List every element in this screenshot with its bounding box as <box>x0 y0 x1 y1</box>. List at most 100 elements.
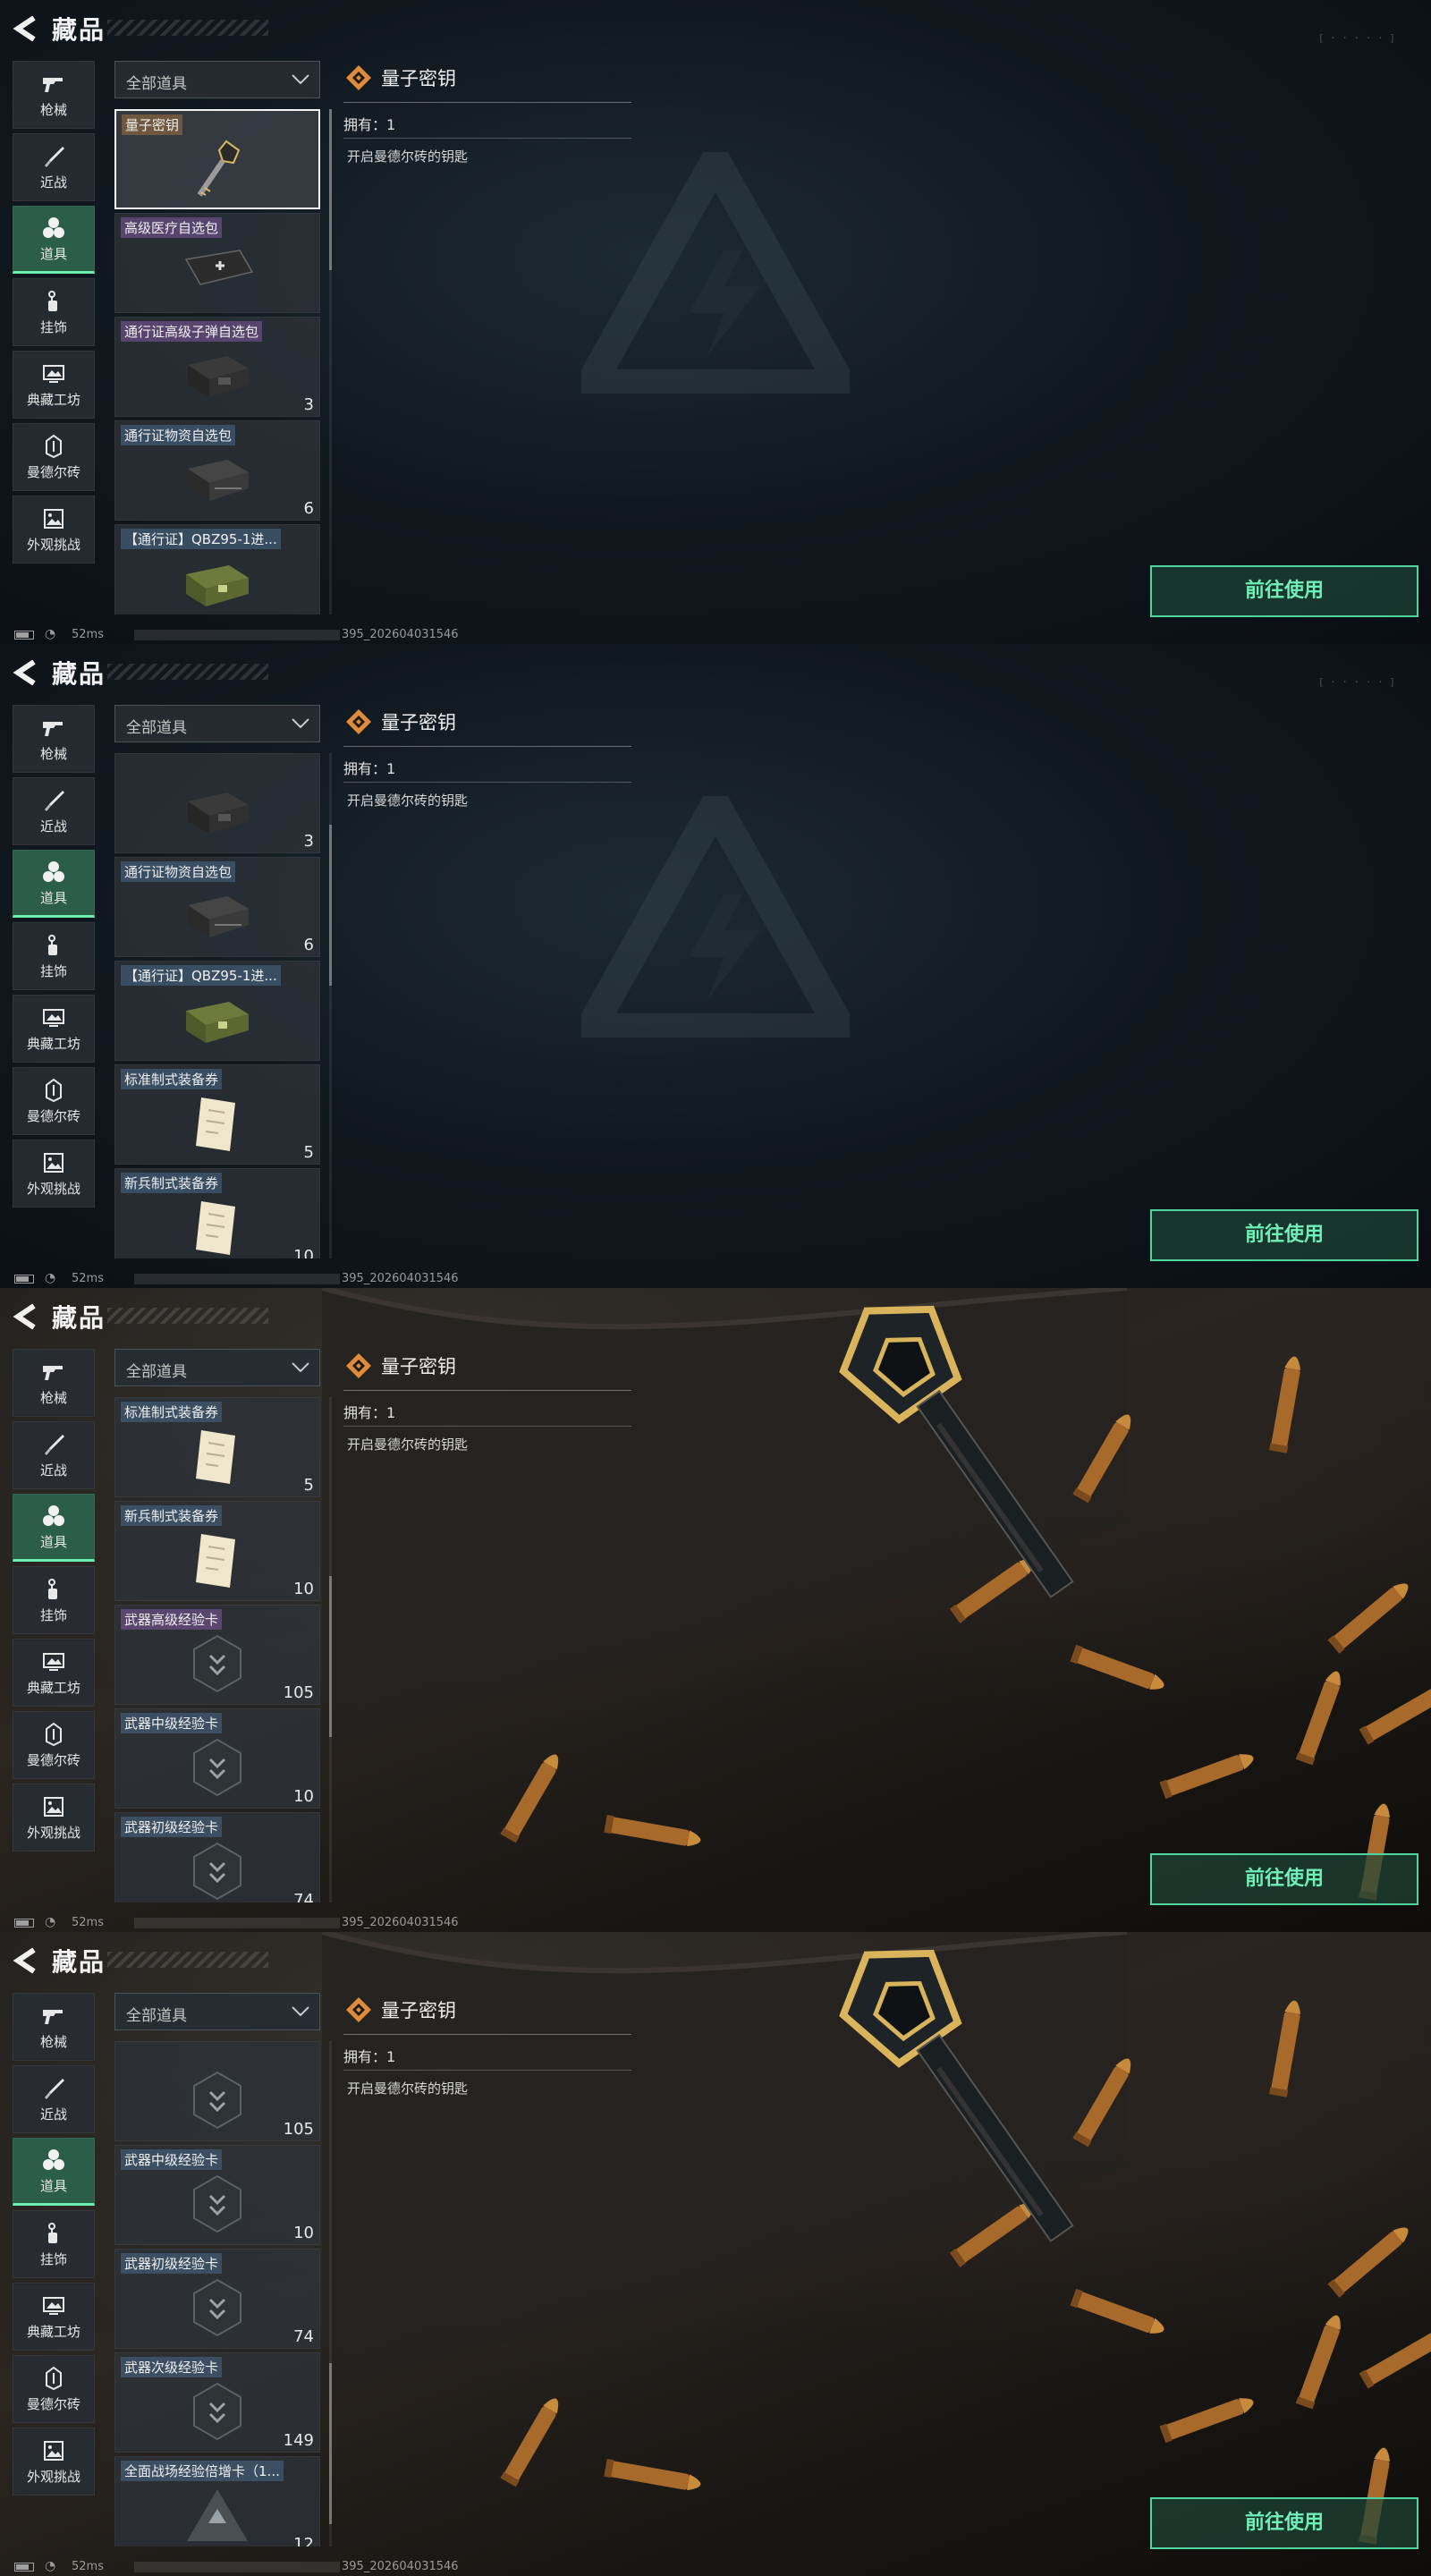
category-tab[interactable]: 曼德尔砖 <box>13 1711 95 1779</box>
category-label: 挂饰 <box>39 962 67 979</box>
bullet-decor <box>1327 2227 1409 2298</box>
item-card[interactable]: 全面战场经验倍增卡（1... 12 <box>114 2456 320 2546</box>
redacted-text <box>134 2562 340 2572</box>
wifi-icon: ◔ <box>45 1915 56 1929</box>
filter-dropdown[interactable]: 全部道具 <box>114 61 320 98</box>
detail-item-name: 量子密钥 <box>381 2000 456 2021</box>
category-tab[interactable]: 近战 <box>13 133 95 201</box>
item-name: 通行证物资自选包 <box>121 861 236 882</box>
category-label: 挂饰 <box>39 1606 67 1623</box>
category-tab[interactable]: 曼德尔砖 <box>13 1067 95 1135</box>
item-list[interactable]: 3 通行证物资自选包 6 【通行证】QBZ95-1进... 标准制式装备券 5 新兵制式装备… <box>114 753 322 1258</box>
scrollbar-thumb[interactable] <box>329 1576 332 1737</box>
category-tab[interactable]: 枪械 <box>13 1993 95 2061</box>
item-card[interactable]: 【通行证】QBZ95-1进... <box>114 961 320 1061</box>
redacted-text <box>134 1918 340 1928</box>
category-tab[interactable]: 曼德尔砖 <box>13 2355 95 2423</box>
list-scrollbar[interactable] <box>329 2041 332 2546</box>
item-card[interactable]: 新兵制式装备券 10 <box>114 1501 320 1601</box>
title-decoration <box>107 1952 268 1968</box>
category-tab[interactable]: 枪械 <box>13 705 95 773</box>
item-list[interactable]: 量子密钥高级医疗自选包通行证高级子弹自选包 3 通行证物资自选包 6 【通行证】QBZ9… <box>114 109 322 614</box>
item-card[interactable]: 通行证物资自选包 6 <box>114 857 320 957</box>
item-card[interactable]: 武器中级经验卡 10 <box>114 2145 320 2245</box>
back-arrow-icon[interactable] <box>13 13 39 45</box>
item-card[interactable]: 新兵制式装备券 10 <box>114 1168 320 1258</box>
list-scrollbar[interactable] <box>329 753 332 1258</box>
back-arrow-icon[interactable] <box>13 1945 39 1977</box>
title-decoration <box>107 1308 268 1324</box>
category-tab[interactable]: 近战 <box>13 2065 95 2133</box>
item-card[interactable]: 通行证物资自选包 6 <box>114 420 320 521</box>
category-tab[interactable]: 外观挑战 <box>13 1140 95 1208</box>
category-tab[interactable]: 道具 <box>13 1494 95 1562</box>
category-tab[interactable]: 挂饰 <box>13 922 95 990</box>
category-tab[interactable]: 道具 <box>13 2138 95 2206</box>
item-card[interactable]: 高级医疗自选包 <box>114 213 320 313</box>
category-tab[interactable]: 曼德尔砖 <box>13 423 95 491</box>
category-tab[interactable]: 挂饰 <box>13 1566 95 1634</box>
item-name: 武器中级经验卡 <box>121 1713 223 1733</box>
filter-dropdown[interactable]: 全部道具 <box>114 1349 320 1386</box>
item-description: 开启曼德尔砖的钥匙 <box>347 148 469 165</box>
item-card[interactable]: 3 <box>114 753 320 853</box>
item-card[interactable]: 武器初级经验卡 74 <box>114 2249 320 2349</box>
filter-dropdown[interactable]: 全部道具 <box>114 705 320 742</box>
category-tab[interactable]: 挂饰 <box>13 2210 95 2278</box>
item-card[interactable]: 武器中级经验卡 10 <box>114 1708 320 1809</box>
item-card[interactable]: 通行证高级子弹自选包 3 <box>114 317 320 417</box>
list-scrollbar[interactable] <box>329 109 332 614</box>
item-card[interactable]: 量子密钥 <box>114 109 320 209</box>
item-list[interactable]: 标准制式装备券 5 新兵制式装备券 10 武器高级经验卡 105 武器中级经验卡 10 武器初级… <box>114 1397 322 1902</box>
header: 藏品 <box>0 644 1431 705</box>
category-tab[interactable]: 外观挑战 <box>13 1784 95 1852</box>
go-use-button[interactable]: 前往使用 <box>1150 1209 1418 1261</box>
category-tab[interactable]: 枪械 <box>13 61 95 129</box>
category-tab[interactable]: 外观挑战 <box>13 496 95 564</box>
category-tab[interactable]: 外观挑战 <box>13 2428 95 2496</box>
header: 藏品 <box>0 1288 1431 1349</box>
exp-multiplier-icon <box>176 2482 258 2546</box>
category-tab[interactable]: 枪械 <box>13 1349 95 1417</box>
item-card[interactable]: 105 <box>114 2041 320 2141</box>
go-use-button[interactable]: 前往使用 <box>1150 565 1418 617</box>
item-card[interactable]: 【通行证】QBZ95-1进... <box>114 524 320 614</box>
bullet-decor <box>604 2459 701 2491</box>
list-scrollbar[interactable] <box>329 1397 332 1902</box>
category-tab[interactable]: 挂饰 <box>13 278 95 346</box>
go-use-button[interactable]: 前往使用 <box>1150 2497 1418 2549</box>
category-tab[interactable]: 典藏工坊 <box>13 2283 95 2351</box>
redacted-text <box>134 1274 340 1284</box>
status-bar: ◔ 52ms 395_202604031546 <box>0 1270 1431 1288</box>
category-tab[interactable]: 典藏工坊 <box>13 1639 95 1707</box>
scrollbar-thumb[interactable] <box>329 109 332 270</box>
filter-dropdown[interactable]: 全部道具 <box>114 1993 320 2030</box>
item-name: 新兵制式装备券 <box>121 1173 223 1193</box>
back-arrow-icon[interactable] <box>13 657 39 689</box>
category-tab[interactable]: 近战 <box>13 1421 95 1489</box>
scrollbar-thumb[interactable] <box>329 2363 332 2524</box>
category-tab[interactable]: 道具 <box>13 206 95 274</box>
item-card[interactable]: 标准制式装备券 5 <box>114 1064 320 1165</box>
chevron-down-icon <box>292 74 309 85</box>
go-use-button[interactable]: 前往使用 <box>1150 1853 1418 1905</box>
divider <box>343 2034 631 2035</box>
charm-icon <box>40 2221 67 2246</box>
category-tab[interactable]: 典藏工坊 <box>13 995 95 1063</box>
item-name: 高级医疗自选包 <box>121 217 223 238</box>
category-label: 枪械 <box>39 745 67 762</box>
item-list[interactable]: 105 武器中级经验卡 10 武器初级经验卡 74 武器次级经验卡 149 全面战场经验倍增卡… <box>114 2041 322 2546</box>
item-card[interactable]: 武器高级经验卡 105 <box>114 1605 320 1705</box>
item-card[interactable]: 武器次级经验卡 149 <box>114 2352 320 2453</box>
category-tab[interactable]: 近战 <box>13 777 95 845</box>
divider <box>343 2070 631 2071</box>
item-card[interactable]: 标准制式装备券 5 <box>114 1397 320 1497</box>
scrollbar-thumb[interactable] <box>329 825 332 986</box>
build-id: 395_202604031546 <box>342 628 459 641</box>
category-tab[interactable]: 典藏工坊 <box>13 351 95 419</box>
category-tab[interactable]: 道具 <box>13 850 95 918</box>
back-arrow-icon[interactable] <box>13 1301 39 1333</box>
item-name: 全面战场经验倍增卡（1... <box>121 2461 284 2481</box>
item-card[interactable]: 武器初级经验卡 74 <box>114 1812 320 1902</box>
item-name: 【通行证】QBZ95-1进... <box>121 965 281 986</box>
